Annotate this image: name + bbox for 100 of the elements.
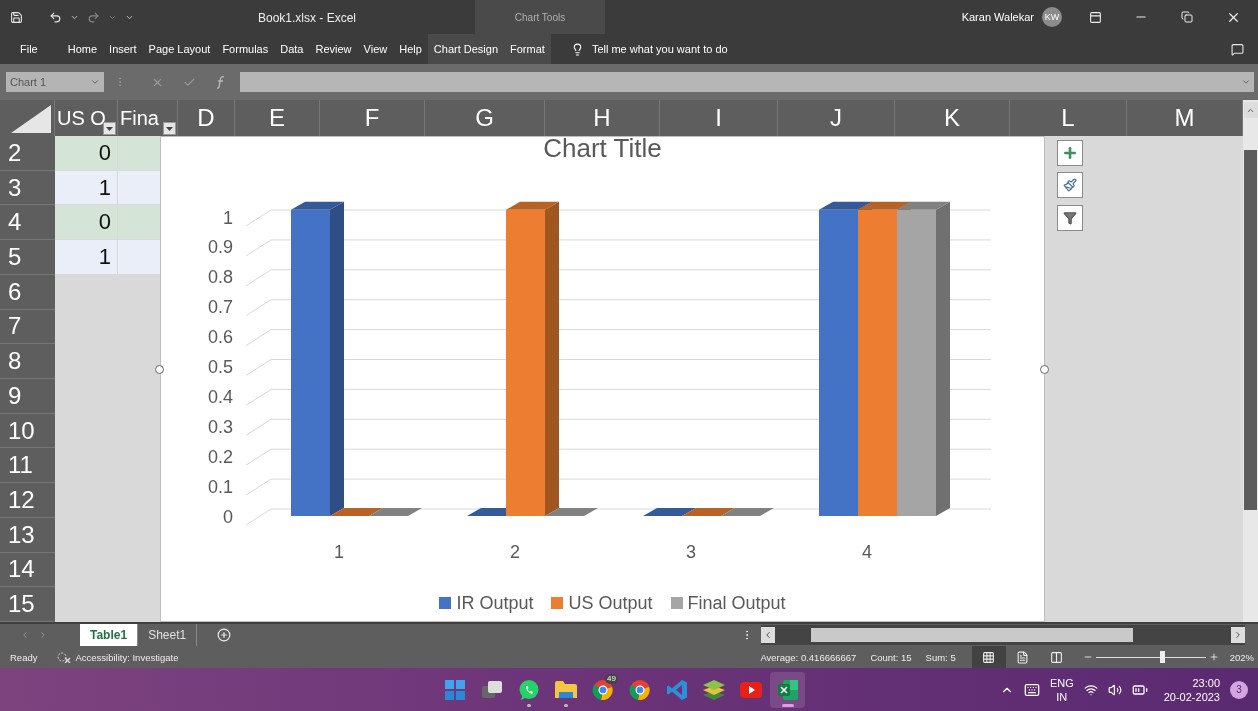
row-header[interactable]: 6 <box>0 274 55 310</box>
menu-tab[interactable]: Page Layout <box>142 34 217 64</box>
accessibility-status[interactable]: Accessibility: Investigate <box>75 651 179 663</box>
user-name[interactable]: Karan Walekar <box>961 11 1034 23</box>
volume-button[interactable] <box>1107 682 1122 697</box>
menu-tab[interactable]: Insert <box>103 34 143 64</box>
clock[interactable]: 23:00 20-02-2023 <box>1163 675 1220 704</box>
tell-me-search[interactable]: Tell me what you want to do <box>564 34 734 64</box>
language-indicator[interactable]: ENG IN <box>1049 675 1074 704</box>
select-all-button[interactable] <box>0 100 55 136</box>
menu-tab[interactable]: Formulas <box>216 34 275 64</box>
chart-elements-button[interactable] <box>1057 140 1083 166</box>
row-header[interactable]: 8 <box>0 344 55 379</box>
zoom-level[interactable]: 202% <box>1229 651 1254 663</box>
accessibility-icon <box>57 651 72 663</box>
axis-label: 0.4 <box>207 386 233 407</box>
plus-icon <box>1062 145 1078 161</box>
filter-button[interactable] <box>103 122 116 135</box>
chart-styles-button[interactable] <box>1057 172 1083 198</box>
axis-label: 0.7 <box>207 297 233 318</box>
running-indicator <box>563 703 568 707</box>
row-header[interactable]: 11 <box>0 448 55 484</box>
language-text: IN <box>1056 689 1068 704</box>
column-header[interactable]: I <box>660 100 778 136</box>
vertical-scrollbar[interactable] <box>1244 150 1257 510</box>
chart-area[interactable]: Chart Title 0 0.1 0.2 0.3 0.4 0.5 0.6 0.7 0.8 0.9 1 1 2 3 4 IR Output US Output Final Output <box>160 136 1045 622</box>
row-header[interactable]: 15 <box>0 587 55 622</box>
column-header[interactable]: D <box>178 100 235 136</box>
status-text: Ready <box>10 651 38 663</box>
resize-handle[interactable] <box>155 365 164 374</box>
row-header[interactable]: 3 <box>0 170 55 206</box>
slider-thumb[interactable] <box>1159 651 1165 663</box>
menu-tab[interactable]: Chart Design <box>427 34 505 64</box>
axis-label: 2 <box>510 542 520 562</box>
grid-icon <box>982 650 996 664</box>
save-icon <box>10 10 23 24</box>
language-text: ENG <box>1049 675 1074 690</box>
paintbrush-icon <box>1063 178 1077 192</box>
start-icon <box>443 678 466 701</box>
row-header[interactable]: 14 <box>0 552 55 588</box>
legend-label: US Output <box>568 592 653 614</box>
context-tab-group: Chart Tools <box>475 0 605 34</box>
row-header[interactable]: 4 <box>0 205 55 241</box>
axis-label: 0.8 <box>207 267 233 288</box>
menu-tab[interactable]: File <box>14 34 44 64</box>
column-header[interactable]: M <box>1127 100 1243 136</box>
menu-tab[interactable]: Data <box>274 34 310 64</box>
stacked-windows-icon <box>480 679 503 700</box>
column-header[interactable]: H <box>545 100 660 136</box>
row-header[interactable]: 10 <box>0 413 55 449</box>
column-header[interactable]: K <box>895 100 1010 136</box>
avatar[interactable]: KW <box>1042 7 1062 27</box>
row-header[interactable]: 12 <box>0 483 55 518</box>
row-header[interactable]: 13 <box>0 517 55 553</box>
chat-bubble-icon <box>517 678 540 701</box>
column-header[interactable]: J <box>778 100 895 136</box>
sheet-tab[interactable]: Table1 <box>80 624 139 646</box>
page-icon <box>1016 650 1030 664</box>
date-text: 20-02-2023 <box>1163 689 1220 704</box>
row-header[interactable]: 2 <box>0 136 55 171</box>
row-header[interactable]: 5 <box>0 240 55 275</box>
keyboard-button[interactable] <box>1023 681 1040 698</box>
notification-badge[interactable]: 3 <box>1230 680 1248 699</box>
sum-readout: Sum: 5 <box>925 651 956 663</box>
name-box[interactable]: Chart 1 <box>6 72 104 92</box>
filter-button[interactable] <box>163 122 176 135</box>
column-header[interactable]: L <box>1010 100 1127 136</box>
wifi-button[interactable] <box>1083 682 1098 697</box>
column-header[interactable]: F <box>320 100 425 136</box>
taskbar-app[interactable]: 49 <box>585 671 620 708</box>
column-header[interactable]: E <box>235 100 320 136</box>
resize-handle[interactable] <box>1040 365 1049 374</box>
formula-input[interactable] <box>240 72 1254 92</box>
count-readout: Count: 15 <box>870 651 912 663</box>
chart-filters-button[interactable] <box>1057 205 1083 231</box>
redo-icon <box>87 10 100 24</box>
column-header[interactable]: US O <box>55 100 118 136</box>
taskbar-app[interactable] <box>770 671 805 708</box>
menu-tab[interactable]: View <box>357 34 394 64</box>
horizontal-scrollbar[interactable] <box>761 625 1245 645</box>
column-header[interactable]: Fina <box>118 100 178 136</box>
code-editor-icon <box>665 678 688 701</box>
row-header[interactable]: 7 <box>0 309 55 345</box>
menu-tab[interactable]: Home <box>61 34 104 64</box>
axis-label: 1 <box>223 207 233 228</box>
caret-icon <box>106 126 113 131</box>
table-cell: 1 <box>55 240 118 275</box>
folder-icon <box>553 679 578 700</box>
menu-tab[interactable]: Help <box>393 34 428 64</box>
window-title: Book1.xlsx - Excel <box>258 11 357 25</box>
column-header[interactable]: G <box>425 100 545 136</box>
legend-label: Final Output <box>687 592 786 614</box>
axis-label: 1 <box>334 542 344 562</box>
axis-label: 0.2 <box>207 446 233 467</box>
menu-tab[interactable]: Format <box>504 34 551 64</box>
menu-tab[interactable]: Review <box>309 34 358 64</box>
scroll-left-button[interactable] <box>761 627 775 643</box>
view-button[interactable] <box>971 646 1006 668</box>
row-header[interactable]: 9 <box>0 379 55 414</box>
zoom-slider[interactable] <box>1095 651 1206 663</box>
